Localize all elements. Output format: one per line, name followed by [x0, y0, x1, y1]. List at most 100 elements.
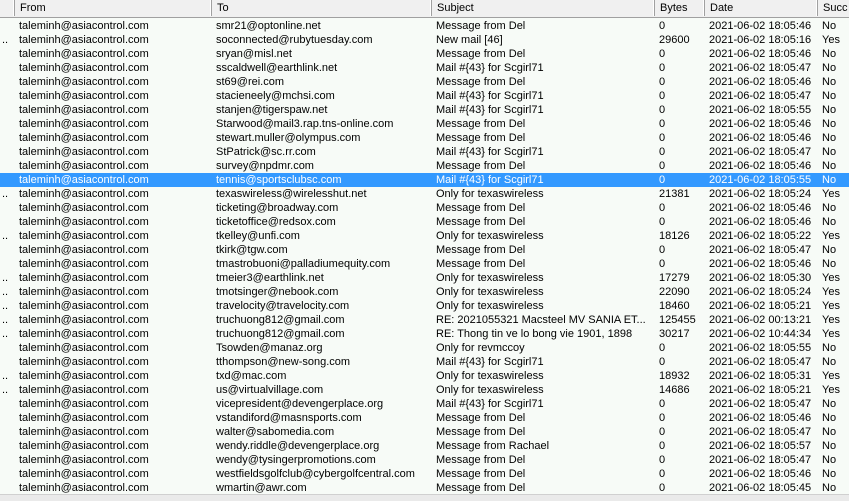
table-row[interactable]: taleminh@asiacontrol.com ticketing@broadw… [0, 201, 849, 215]
to-cell: tkirk@tgw.com [216, 244, 288, 256]
table-row[interactable]: taleminh@asiacontrol.com smr21@optonline.… [0, 19, 849, 33]
table-row[interactable]: taleminh@asiacontrol.com sryan@misl.net Me… [0, 47, 849, 61]
to-cell: stewart.muller@olympus.com [216, 132, 361, 144]
bytes-cell: 0 [659, 76, 666, 88]
success-cell: No [822, 118, 837, 130]
to-cell: westfieldsgolfclub@cybergolfcentral.com [216, 468, 415, 480]
bytes-cell: 0 [659, 482, 666, 494]
table-row[interactable]: taleminh@asiacontrol.com stacieneely@mchs… [0, 89, 849, 103]
column-header-bytes[interactable]: Bytes [654, 0, 704, 16]
subject-cell: Message from Del [436, 216, 526, 228]
from-cell: taleminh@asiacontrol.com [19, 188, 149, 200]
row-marker: .. [2, 314, 9, 326]
table-row[interactable]: taleminh@asiacontrol.com vstandiford@masn… [0, 411, 849, 425]
date-cell: 2021-06-02 18:05:46 [709, 76, 812, 88]
date-cell: 2021-06-02 18:05:46 [709, 118, 812, 130]
table-row[interactable]: .. taleminh@asiacontrol.com truchuong812@g… [0, 313, 849, 327]
table-row[interactable]: .. taleminh@asiacontrol.com tmotsinger@neb… [0, 285, 849, 299]
table-row[interactable]: taleminh@asiacontrol.com tennis@sportsclu… [0, 173, 849, 187]
success-cell: Yes [822, 300, 840, 312]
table-row[interactable]: .. taleminh@asiacontrol.com tkelley@unfi.c… [0, 229, 849, 243]
table-row[interactable]: taleminh@asiacontrol.com Starwood@mail3.r… [0, 117, 849, 131]
subject-cell: Only for texaswireless [436, 230, 544, 242]
table-row[interactable]: .. taleminh@asiacontrol.com truchuong812@g… [0, 327, 849, 341]
table-row[interactable]: taleminh@asiacontrol.com westfieldsgolfcl… [0, 467, 849, 481]
table-row[interactable]: .. taleminh@asiacontrol.com soconnected@ru… [0, 33, 849, 47]
to-cell: wendy@tysingerpromotions.com [216, 454, 376, 466]
table-row[interactable]: taleminh@asiacontrol.com tthompson@new-so… [0, 355, 849, 369]
success-cell: No [822, 132, 837, 144]
success-cell: Yes [822, 286, 840, 298]
to-cell: ticketing@broadway.com [216, 202, 339, 214]
to-cell: texaswireless@wirelesshut.net [216, 188, 367, 200]
table-row[interactable]: taleminh@asiacontrol.com wendy@tysingerpr… [0, 453, 849, 467]
subject-cell: Message from Del [436, 454, 526, 466]
date-cell: 2021-06-02 18:05:24 [709, 188, 812, 200]
date-cell: 2021-06-02 18:05:21 [709, 300, 812, 312]
date-cell: 2021-06-02 18:05:47 [709, 90, 812, 102]
date-cell: 2021-06-02 18:05:21 [709, 384, 812, 396]
bytes-cell: 0 [659, 20, 666, 32]
table-row[interactable]: taleminh@asiacontrol.com st69@rei.com Mess… [0, 75, 849, 89]
subject-cell: Message from Del [436, 258, 526, 270]
bytes-cell: 0 [659, 62, 666, 74]
bytes-cell: 0 [659, 132, 666, 144]
success-cell: No [822, 482, 837, 494]
bytes-cell: 18126 [659, 230, 690, 242]
table-row[interactable]: .. taleminh@asiacontrol.com txd@mac.com Onl… [0, 369, 849, 383]
bytes-cell: 14686 [659, 384, 690, 396]
table-row[interactable]: taleminh@asiacontrol.com walter@sabomedia… [0, 425, 849, 439]
success-cell: No [822, 398, 837, 410]
column-header-to[interactable]: To [211, 0, 431, 16]
column-header-marker[interactable] [0, 0, 14, 16]
column-header-from[interactable]: From [14, 0, 211, 16]
table-row[interactable]: taleminh@asiacontrol.com survey@npdmr.com… [0, 159, 849, 173]
table-row[interactable]: .. taleminh@asiacontrol.com tmeier3@earthl… [0, 271, 849, 285]
bytes-cell: 0 [659, 48, 666, 60]
success-cell: No [822, 62, 837, 74]
table-row[interactable]: .. taleminh@asiacontrol.com texaswireless@… [0, 187, 849, 201]
subject-cell: Message from Rachael [436, 440, 550, 452]
subject-cell: RE: Thong tin ve lo bong vie 1901, 1898 [436, 328, 633, 340]
subject-cell: Message from Del [436, 20, 526, 32]
column-header-date[interactable]: Date [704, 0, 817, 16]
date-cell: 2021-06-02 18:05:46 [709, 48, 812, 60]
to-cell: stacieneely@mchsi.com [216, 90, 335, 102]
from-cell: taleminh@asiacontrol.com [19, 468, 149, 480]
success-cell: No [822, 146, 837, 158]
success-cell: No [822, 412, 837, 424]
success-cell: Yes [822, 384, 840, 396]
subject-cell: Mail #{43} for Scgirl71 [436, 146, 544, 158]
column-header-subject[interactable]: Subject [431, 0, 654, 16]
subject-cell: Only for revmccoy [436, 342, 525, 354]
table-row[interactable]: taleminh@asiacontrol.com tmastrobuoni@pal… [0, 257, 849, 271]
table-row[interactable]: taleminh@asiacontrol.com sscaldwell@earth… [0, 61, 849, 75]
to-cell: sscaldwell@earthlink.net [216, 62, 338, 74]
date-cell: 2021-06-02 18:05:55 [709, 174, 812, 186]
table-row[interactable]: taleminh@asiacontrol.com StPatrick@sc.rr.… [0, 145, 849, 159]
message-list[interactable]: taleminh@asiacontrol.com smr21@optonline.… [0, 19, 849, 495]
to-cell: vstandiford@masnsports.com [216, 412, 362, 424]
bytes-cell: 0 [659, 118, 666, 130]
to-cell: us@virtualvillage.com [216, 384, 324, 396]
table-row[interactable]: taleminh@asiacontrol.com ticketoffice@red… [0, 215, 849, 229]
success-cell: No [822, 426, 837, 438]
from-cell: taleminh@asiacontrol.com [19, 300, 149, 312]
table-row[interactable]: taleminh@asiacontrol.com wmartin@awr.com M… [0, 481, 849, 495]
table-row[interactable]: taleminh@asiacontrol.com Tsowden@manaz.or… [0, 341, 849, 355]
column-header-success[interactable]: Succ [817, 0, 849, 16]
table-row[interactable]: taleminh@asiacontrol.com tkirk@tgw.com Mes… [0, 243, 849, 257]
date-cell: 2021-06-02 18:05:22 [709, 230, 812, 242]
date-cell: 2021-06-02 18:05:46 [709, 160, 812, 172]
row-marker: .. [2, 230, 9, 242]
table-row[interactable]: .. taleminh@asiacontrol.com travelocity@tr… [0, 299, 849, 313]
table-row[interactable]: taleminh@asiacontrol.com vicepresident@de… [0, 397, 849, 411]
row-marker: .. [2, 300, 9, 312]
from-cell: taleminh@asiacontrol.com [19, 370, 149, 382]
date-cell: 2021-06-02 18:05:55 [709, 342, 812, 354]
table-row[interactable]: taleminh@asiacontrol.com stewart.muller@o… [0, 131, 849, 145]
success-cell: No [822, 356, 837, 368]
table-row[interactable]: taleminh@asiacontrol.com wendy.riddle@dev… [0, 439, 849, 453]
table-row[interactable]: taleminh@asiacontrol.com stanjen@tigerspa… [0, 103, 849, 117]
table-row[interactable]: .. taleminh@asiacontrol.com us@virtualvill… [0, 383, 849, 397]
